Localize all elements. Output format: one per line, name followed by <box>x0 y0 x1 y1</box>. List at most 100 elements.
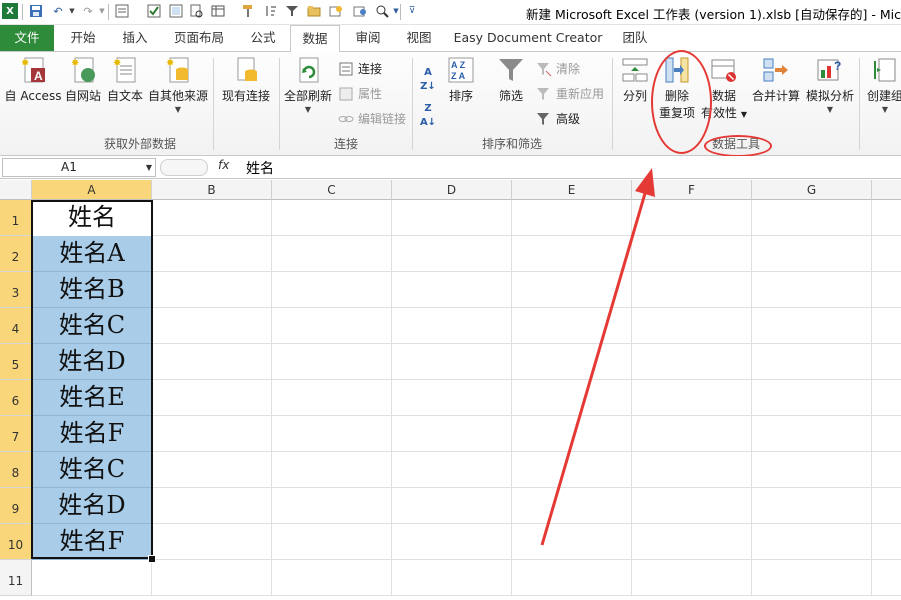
spell-check-icon[interactable] <box>146 3 162 19</box>
grid-cell[interactable] <box>512 344 632 380</box>
grid-cell[interactable] <box>152 452 272 488</box>
cell-a[interactable]: 姓名F <box>32 416 152 452</box>
grid-cell[interactable] <box>872 380 901 416</box>
grid-cell[interactable] <box>752 524 872 560</box>
clear-filter-button[interactable]: 清除 <box>536 60 580 77</box>
column-header-c[interactable]: C <box>272 180 392 200</box>
from-text-button[interactable]: ✸ 自文本 <box>104 56 146 104</box>
tab-insert[interactable]: 插入 <box>112 25 158 51</box>
grid-cell[interactable] <box>512 560 632 596</box>
grid-cell[interactable] <box>632 560 752 596</box>
grid-cell[interactable] <box>392 416 512 452</box>
grid-cell[interactable] <box>152 380 272 416</box>
row-header[interactable]: 2 <box>0 236 32 272</box>
column-header-g[interactable]: G <box>752 180 872 200</box>
grid-cell[interactable] <box>752 308 872 344</box>
row-header[interactable]: 3 <box>0 272 32 308</box>
tab-data[interactable]: 数据 <box>290 25 340 53</box>
column-header-f[interactable]: F <box>632 180 752 200</box>
grid-cell[interactable] <box>752 452 872 488</box>
grid-cell[interactable] <box>392 344 512 380</box>
from-access-button[interactable]: A ✸ 自 Access <box>2 56 64 104</box>
name-box[interactable]: A1 ▼ <box>2 158 156 177</box>
grid-cell[interactable] <box>512 488 632 524</box>
text-to-columns-button[interactable]: 分列 <box>616 56 654 104</box>
grid-cell[interactable] <box>632 344 752 380</box>
tab-file[interactable]: 文件 <box>0 25 54 51</box>
grid-cell[interactable] <box>392 236 512 272</box>
tab-view[interactable]: 视图 <box>396 25 442 51</box>
customize-icon[interactable]: ⊽ <box>404 3 420 19</box>
grid-cell[interactable] <box>632 524 752 560</box>
grid-cell[interactable] <box>632 416 752 452</box>
grid-cell[interactable] <box>272 272 392 308</box>
fill-handle[interactable] <box>148 555 156 563</box>
grid-cell[interactable] <box>872 272 901 308</box>
worksheet-grid[interactable]: A B C D E F G 1 姓名 2 姓名A 3 姓名B 4 姓名C 5 姓名D 6 姓名E 7 姓名… <box>0 180 901 600</box>
grid-cell[interactable] <box>392 452 512 488</box>
grid-cell[interactable] <box>272 416 392 452</box>
grid-cell[interactable] <box>752 344 872 380</box>
grid-cell[interactable] <box>152 560 272 596</box>
grid-cell[interactable] <box>392 272 512 308</box>
column-header-h[interactable] <box>872 180 901 200</box>
grid-cell[interactable] <box>632 452 752 488</box>
folder-icon[interactable] <box>306 3 322 19</box>
cell-a[interactable]: 姓名C <box>32 308 152 344</box>
tab-team[interactable]: 团队 <box>612 25 658 51</box>
remove-duplicates-button[interactable]: 删除 重复项 <box>656 56 698 121</box>
row-header[interactable]: 10 <box>0 524 32 560</box>
row-header[interactable]: 5 <box>0 344 32 380</box>
save-icon[interactable] <box>28 3 44 19</box>
grid-cell[interactable] <box>632 200 752 236</box>
row-header[interactable]: 9 <box>0 488 32 524</box>
filter-icon[interactable] <box>284 3 300 19</box>
grid-cell[interactable] <box>152 200 272 236</box>
grid-cell[interactable] <box>752 488 872 524</box>
grid-cell[interactable] <box>512 236 632 272</box>
column-header-b[interactable]: B <box>152 180 272 200</box>
grid-cell[interactable] <box>632 236 752 272</box>
grid-cell[interactable] <box>752 200 872 236</box>
grid-cell[interactable] <box>872 560 901 596</box>
tab-review[interactable]: 审阅 <box>345 25 391 51</box>
grid-cell[interactable] <box>512 200 632 236</box>
grid-cell[interactable] <box>752 236 872 272</box>
row-header[interactable]: 11 <box>0 560 32 596</box>
grid-cell[interactable] <box>272 236 392 272</box>
grid-cell[interactable] <box>392 524 512 560</box>
column-header-e[interactable]: E <box>512 180 632 200</box>
grid-cell[interactable] <box>752 380 872 416</box>
reapply-button[interactable]: 重新应用 <box>536 85 604 102</box>
grid-cell[interactable] <box>512 416 632 452</box>
grid-cell[interactable] <box>272 560 392 596</box>
grid-cell[interactable] <box>152 524 272 560</box>
tab-formulas[interactable]: 公式 <box>240 25 286 51</box>
grid-cell[interactable] <box>872 236 901 272</box>
print-preview-icon[interactable] <box>188 3 204 19</box>
settings-icon[interactable] <box>352 3 368 19</box>
grid-cell[interactable] <box>632 308 752 344</box>
grid-cell[interactable] <box>752 272 872 308</box>
column-header-d[interactable]: D <box>392 180 512 200</box>
grid-cell[interactable] <box>392 200 512 236</box>
filter-button[interactable]: 筛选 <box>492 56 530 104</box>
cell-a1-header[interactable]: 姓名 <box>32 200 152 236</box>
sort-button[interactable]: A ZZ A 排序 <box>444 56 478 104</box>
undo-dropdown-icon[interactable]: ▼ <box>64 3 80 19</box>
group-button[interactable]: 创建组 ▼ <box>862 56 901 114</box>
formula-input[interactable]: 姓名 <box>246 158 274 178</box>
grid-cell[interactable] <box>272 200 392 236</box>
grid-cell[interactable] <box>872 308 901 344</box>
grid-cell[interactable] <box>152 344 272 380</box>
cell-a[interactable]: 姓名F <box>32 524 152 560</box>
grid-cell[interactable] <box>152 416 272 452</box>
from-web-button[interactable]: ✸ 自网站 <box>62 56 104 104</box>
grid-cell[interactable] <box>152 488 272 524</box>
grid-cell[interactable] <box>632 488 752 524</box>
formula-bar-handle[interactable] <box>160 159 208 176</box>
refresh-all-button[interactable]: 全部刷新 ▼ <box>282 56 334 114</box>
grid-cell[interactable] <box>512 272 632 308</box>
grid-cell[interactable] <box>392 488 512 524</box>
grid-cell[interactable] <box>272 308 392 344</box>
